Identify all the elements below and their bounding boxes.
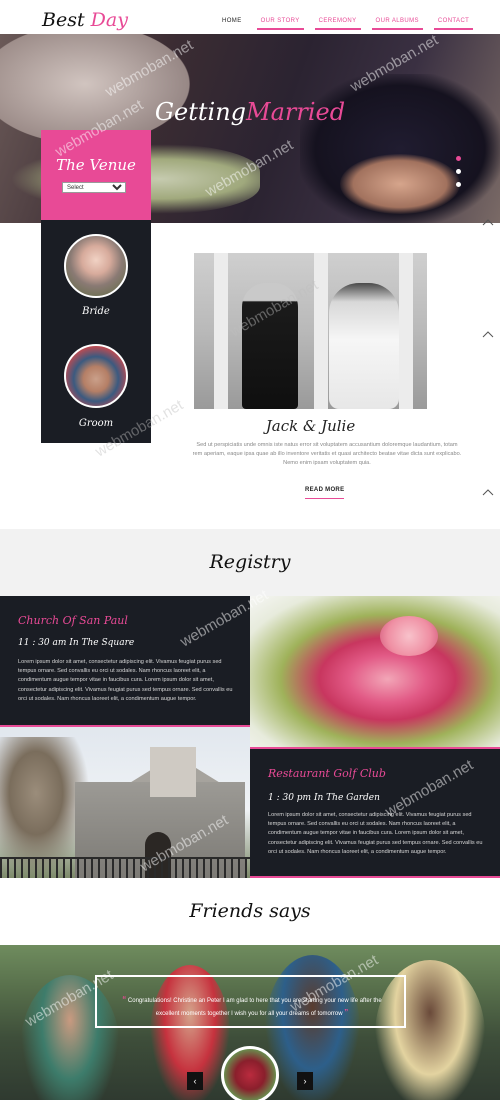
event-time: 1 : 30 pm In The Garden bbox=[268, 793, 380, 803]
nav-our-albums[interactable]: OUR ALBUMS bbox=[368, 14, 427, 30]
friends-title: Friends says bbox=[189, 900, 311, 922]
scroll-up-icon[interactable] bbox=[482, 330, 494, 338]
hero-title-word-1: Getting bbox=[154, 98, 247, 126]
open-quote-icon: “ bbox=[122, 995, 127, 1004]
venue-select[interactable]: Select bbox=[62, 182, 126, 193]
slider-dot-1[interactable] bbox=[456, 156, 461, 161]
event-description: Lorem ipsum dolor sit amet, consectetur … bbox=[18, 659, 233, 702]
church-photo bbox=[0, 727, 250, 878]
slider-dot-2[interactable] bbox=[456, 169, 461, 174]
testimonial-avatar bbox=[221, 1046, 279, 1100]
event-time: 11 : 30 am In The Square bbox=[18, 638, 135, 648]
scroll-up-icon[interactable] bbox=[482, 218, 494, 226]
scroll-up-icon[interactable] bbox=[482, 488, 494, 496]
accent-divider bbox=[250, 747, 500, 749]
registry-title: Registry bbox=[209, 551, 291, 573]
nav-contact[interactable]: CONTACT bbox=[430, 14, 477, 30]
couple-panel: Bride Groom bbox=[41, 220, 151, 443]
slider-dot-3[interactable] bbox=[456, 182, 461, 187]
flowers-photo-rose bbox=[380, 616, 438, 656]
prev-testimonial-button[interactable]: ‹ bbox=[187, 1072, 203, 1090]
main-nav: HOME OUR STORY CEREMONY OUR ALBUMS CONTA… bbox=[214, 14, 480, 30]
testimonial-quote: “ Congratulations! Christine an Peter I … bbox=[112, 994, 392, 1020]
bride-avatar bbox=[64, 234, 128, 298]
couple-bio: Sed ut perspiciatis unde omnis iste natu… bbox=[192, 442, 462, 466]
bride-label: Bride bbox=[82, 306, 110, 317]
flowers-photo bbox=[250, 596, 500, 747]
venue-title: The Venue bbox=[56, 156, 136, 174]
logo-word-2: Day bbox=[90, 9, 128, 31]
nav-ceremony[interactable]: CEREMONY bbox=[311, 14, 365, 30]
event-description: Lorem ipsum dolor sit amet, consectetur … bbox=[268, 812, 483, 855]
next-testimonial-button[interactable]: › bbox=[297, 1072, 313, 1090]
site-logo[interactable]: Best Day bbox=[42, 9, 128, 31]
photo-pillar bbox=[399, 253, 413, 409]
photo-pillar bbox=[314, 253, 328, 409]
close-quote-icon: ” bbox=[344, 1008, 349, 1017]
read-more-button[interactable]: READ MORE bbox=[305, 487, 345, 499]
photo-pillar bbox=[214, 253, 228, 409]
event-name: Restaurant Golf Club bbox=[268, 767, 386, 780]
church-photo-fence bbox=[0, 857, 250, 878]
couple-names: Jack & Julie bbox=[265, 417, 356, 435]
site-header: Best Day HOME OUR STORY CEREMONY OUR ALB… bbox=[0, 0, 500, 34]
accent-divider bbox=[250, 876, 500, 878]
church-photo-bell-tower bbox=[150, 747, 196, 797]
slider-dots bbox=[456, 156, 461, 195]
event-name: Church Of San Paul bbox=[18, 614, 128, 627]
hero-title: GettingMarried bbox=[0, 98, 500, 126]
nav-home[interactable]: HOME bbox=[214, 14, 250, 30]
photo-bride-figure bbox=[329, 283, 399, 409]
hero-photo-hands bbox=[340, 154, 460, 214]
nav-our-story[interactable]: OUR STORY bbox=[253, 14, 308, 30]
logo-word-1: Best bbox=[42, 9, 85, 31]
hero-title-word-2: Married bbox=[246, 98, 346, 126]
groom-avatar bbox=[64, 344, 128, 408]
